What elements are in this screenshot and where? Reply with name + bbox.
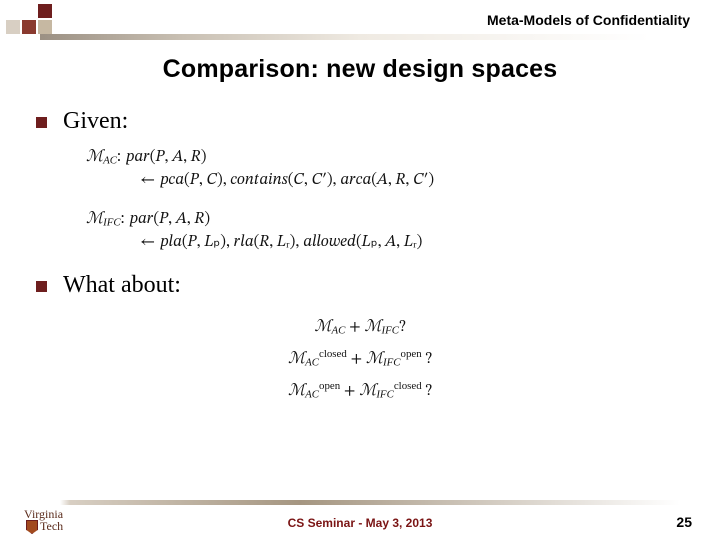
script-m-icon: ℳ xyxy=(359,382,376,399)
qmark: ? xyxy=(425,351,432,367)
script-m-icon: ℳ xyxy=(288,350,305,367)
subscript: AC xyxy=(103,155,117,167)
formula-combinations: ℳAC + ℳIFC? ℳACclosed + ℳIFCopen ? ℳACop… xyxy=(36,311,684,407)
formula-line: ℳACopen + ℳIFCclosed ? xyxy=(36,375,684,407)
bullet-what-about: What about: xyxy=(36,272,684,299)
bullet-text: What about: xyxy=(63,272,181,299)
formula-line: ℳACclosed + ℳIFCopen ? xyxy=(36,343,684,375)
arrow-icon: ← xyxy=(140,172,155,188)
qmark: ? xyxy=(399,319,406,335)
slide-body: Given: ℳAC: 𝑝𝑎𝑟(𝑃, 𝐴, 𝑅) ← 𝑝𝑐𝑎(𝑃, 𝐶), 𝑐𝑜… xyxy=(36,100,684,480)
formula-mifc: ℳIFC: 𝑝𝑎𝑟(𝑃, 𝐴, 𝑅) ← 𝑝𝑙𝑎(𝑃, 𝐿ₚ), 𝑟𝑙𝑎(𝑅, … xyxy=(86,207,684,255)
script-m-icon: ℳ xyxy=(314,318,331,335)
script-m-icon: ℳ xyxy=(364,318,381,335)
corner-motif xyxy=(6,4,52,34)
script-m-icon: ℳ xyxy=(288,382,305,399)
slide: Meta-Models of Confidentiality Compariso… xyxy=(0,0,720,540)
subscript: IFC xyxy=(382,325,400,337)
subscript: IFC xyxy=(383,357,401,369)
formula-line: ℳAC + ℳIFC? xyxy=(36,311,684,343)
formula-line: ℳIFC: 𝑝𝑎𝑟(𝑃, 𝐴, 𝑅) xyxy=(86,207,684,231)
plus-icon: + xyxy=(347,351,366,367)
footer-center-text: CS Seminar - May 3, 2013 xyxy=(0,516,720,530)
header-rule xyxy=(0,34,720,40)
subscript: IFC xyxy=(103,216,121,228)
script-m-icon: ℳ xyxy=(86,210,103,227)
script-m-icon: ℳ xyxy=(366,350,383,367)
square-bullet-icon xyxy=(36,117,47,128)
header-topic: Meta-Models of Confidentiality xyxy=(487,12,690,28)
arrow-icon: ← xyxy=(140,234,155,250)
subscript: IFC xyxy=(376,389,394,401)
formula-text: 𝑝𝑙𝑎(𝑃, 𝐿ₚ), 𝑟𝑙𝑎(𝑅, 𝐿ᵣ), 𝑎𝑙𝑙𝑜𝑤𝑒𝑑(𝐿ₚ, 𝐴, 𝐿… xyxy=(159,234,422,250)
footer-bar: Virginia Tech CS Seminar - May 3, 2013 2… xyxy=(0,500,720,540)
plus-icon: + xyxy=(345,319,364,335)
slide-title: Comparison: new design spaces xyxy=(0,55,720,84)
superscript: closed xyxy=(319,348,347,360)
formula-text: : 𝑝𝑎𝑟(𝑃, 𝐴, 𝑅) xyxy=(121,211,210,227)
header-bar: Meta-Models of Confidentiality xyxy=(0,0,720,44)
bullet-given: Given: xyxy=(36,108,684,135)
footer-rule xyxy=(0,500,720,505)
subscript: AC xyxy=(305,389,319,401)
superscript: closed xyxy=(394,380,422,392)
formula-line: ← 𝑝𝑙𝑎(𝑃, 𝐿ₚ), 𝑟𝑙𝑎(𝑅, 𝐿ᵣ), 𝑎𝑙𝑙𝑜𝑤𝑒𝑑(𝐿ₚ, 𝐴,… xyxy=(86,231,684,254)
square-bullet-icon xyxy=(36,281,47,292)
formula-line: ℳAC: 𝑝𝑎𝑟(𝑃, 𝐴, 𝑅) xyxy=(86,145,684,169)
formula-mac: ℳAC: 𝑝𝑎𝑟(𝑃, 𝐴, 𝑅) ← 𝑝𝑐𝑎(𝑃, 𝐶), 𝑐𝑜𝑛𝑡𝑎𝑖𝑛𝑠(… xyxy=(86,145,684,193)
formula-text: : 𝑝𝑎𝑟(𝑃, 𝐴, 𝑅) xyxy=(117,149,206,165)
page-number: 25 xyxy=(676,514,692,530)
bullet-text: Given: xyxy=(63,108,128,135)
plus-icon: + xyxy=(340,383,359,399)
formula-text: 𝑝𝑐𝑎(𝑃, 𝐶), 𝑐𝑜𝑛𝑡𝑎𝑖𝑛𝑠(𝐶, 𝐶′), 𝑎𝑟𝑐𝑎(𝐴, 𝑅, 𝐶… xyxy=(159,172,434,188)
superscript: open xyxy=(401,348,422,360)
script-m-icon: ℳ xyxy=(86,148,103,165)
subscript: AC xyxy=(331,325,345,337)
formula-line: ← 𝑝𝑐𝑎(𝑃, 𝐶), 𝑐𝑜𝑛𝑡𝑎𝑖𝑛𝑠(𝐶, 𝐶′), 𝑎𝑟𝑐𝑎(𝐴, 𝑅,… xyxy=(86,169,684,192)
superscript: open xyxy=(319,380,340,392)
subscript: AC xyxy=(305,357,319,369)
qmark: ? xyxy=(425,383,432,399)
